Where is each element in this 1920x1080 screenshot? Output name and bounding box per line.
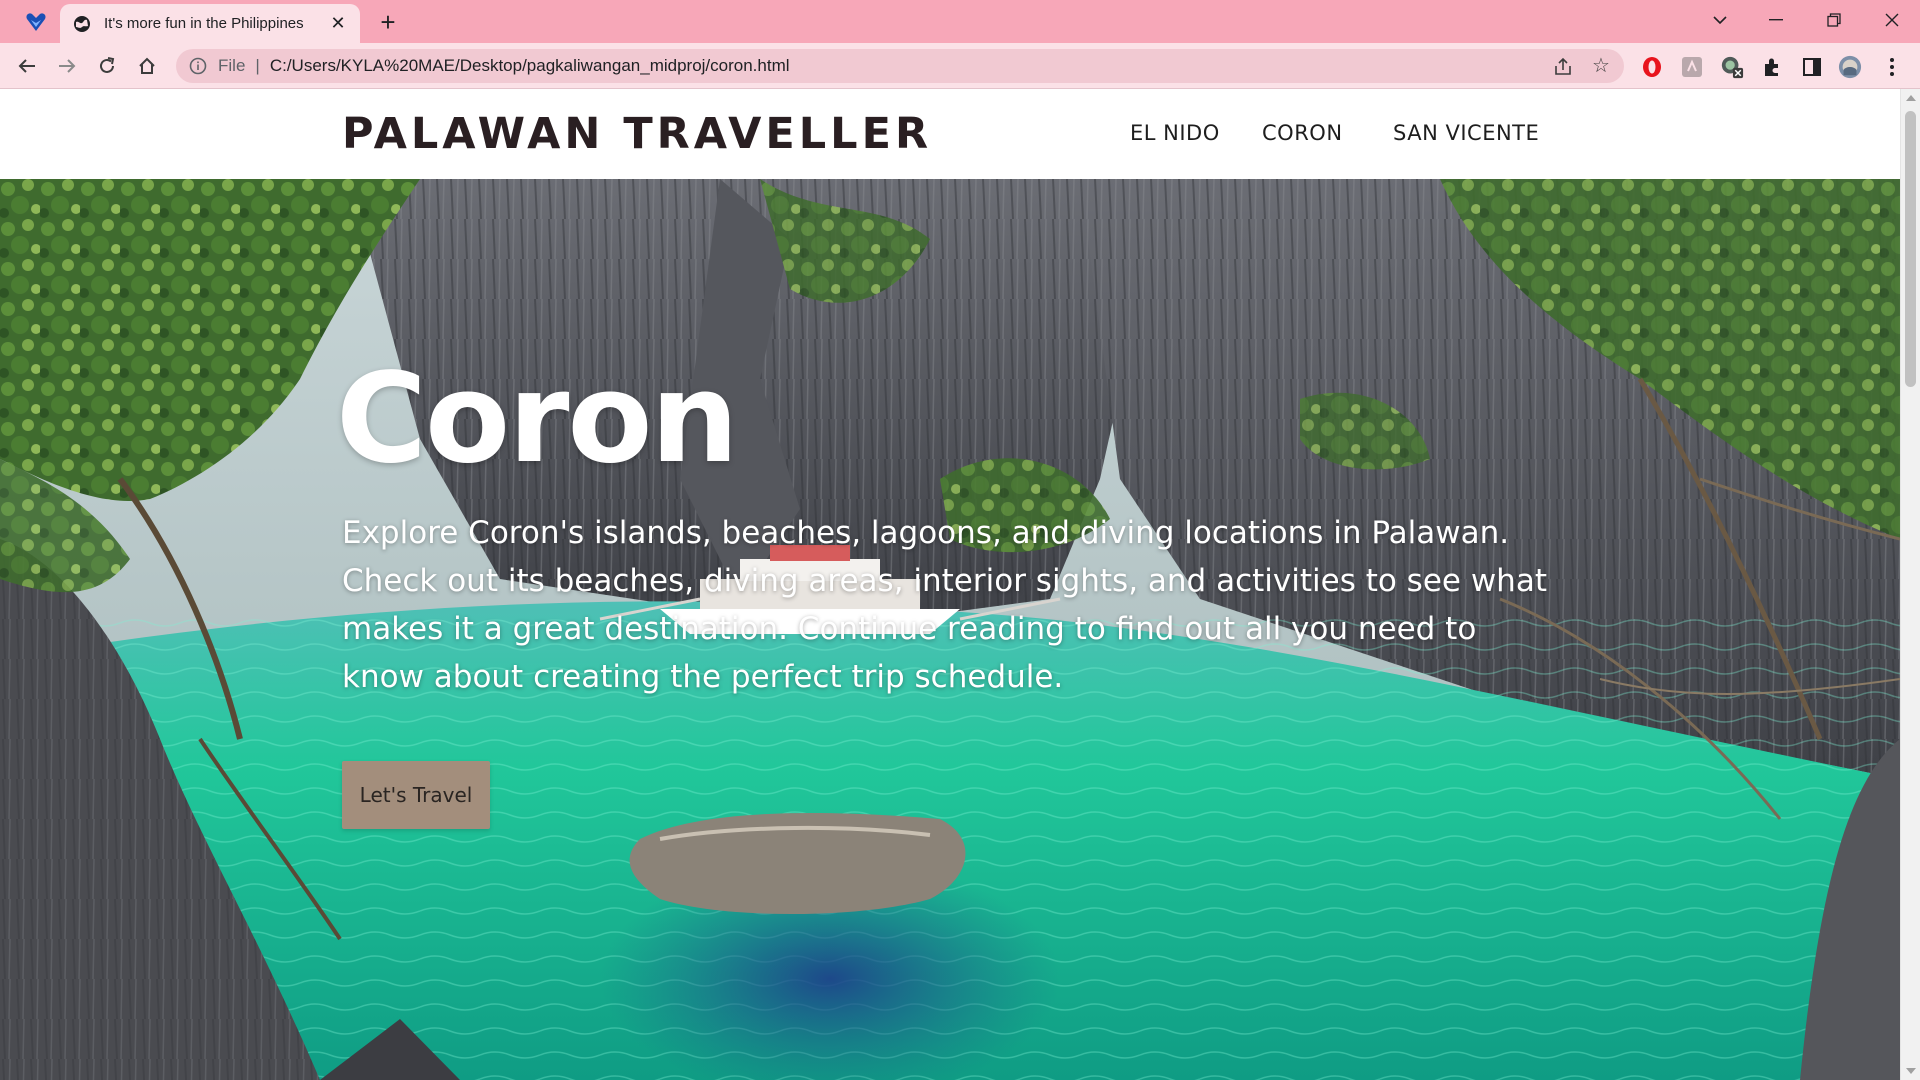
minimize-icon <box>1769 19 1783 21</box>
new-tab-button[interactable]: + <box>374 8 402 36</box>
profile-avatar[interactable] <box>1838 55 1862 79</box>
globe-icon <box>74 15 90 32</box>
hero-section: Coron Explore Coron's islands, beaches, … <box>0 179 1900 1080</box>
nav-link-san-vicente[interactable]: SAN VICENTE <box>1393 121 1539 145</box>
forward-button[interactable] <box>51 50 83 82</box>
tab-search-button[interactable] <box>1692 0 1748 40</box>
nav-link-el-nido[interactable]: EL NIDO <box>1130 121 1220 145</box>
translate-extension-icon[interactable] <box>1720 55 1744 79</box>
home-icon <box>139 57 155 74</box>
minimize-button[interactable] <box>1748 0 1804 40</box>
browser-toolbar: File | C:/Users/KYLA%20MAE/Desktop/pagka… <box>0 43 1920 89</box>
share-icon[interactable] <box>1552 56 1574 78</box>
grammar-extension-icon[interactable] <box>1680 55 1704 79</box>
scroll-thumb[interactable] <box>1905 111 1916 387</box>
nav-link-coron[interactable]: CORON <box>1262 121 1343 145</box>
hero-title: Coron <box>336 347 739 491</box>
tab-title: It's more fun in the Philippines <box>104 15 304 32</box>
pinned-extension-tab[interactable] <box>14 6 58 38</box>
extensions-puzzle-icon[interactable] <box>1760 55 1784 79</box>
arrow-right-icon <box>59 59 76 73</box>
side-panel-icon[interactable] <box>1800 55 1824 79</box>
close-icon <box>1885 13 1899 27</box>
site-header: PALAWAN TRAVELLER EL NIDO CORON SAN VICE… <box>0 89 1900 179</box>
close-window-button[interactable] <box>1864 0 1920 40</box>
browser-tabstrip: It's more fun in the Philippines ✕ + <box>0 0 1920 43</box>
restore-button[interactable] <box>1806 0 1862 40</box>
info-icon[interactable] <box>188 56 208 76</box>
page-scrollbar[interactable] <box>1900 89 1920 1080</box>
home-button[interactable] <box>131 50 163 82</box>
opera-extension-icon[interactable] <box>1640 55 1664 79</box>
lets-travel-button[interactable]: Let's Travel <box>342 761 490 829</box>
back-button[interactable] <box>11 50 43 82</box>
hero-description: Explore Coron's islands, beaches, lagoon… <box>342 515 1547 695</box>
restore-icon <box>1827 13 1841 27</box>
browser-tab-active[interactable]: It's more fun in the Philippines ✕ <box>60 4 360 43</box>
scheme-label: File <box>218 56 246 75</box>
chevron-down-icon <box>1713 16 1727 25</box>
page-viewport: PALAWAN TRAVELLER EL NIDO CORON SAN VICE… <box>0 89 1900 1080</box>
scroll-up-arrow-icon[interactable] <box>1906 95 1916 101</box>
reload-button[interactable] <box>91 50 123 82</box>
browser-menu-icon[interactable] <box>1880 55 1904 79</box>
address-bar[interactable]: File | C:/Users/KYLA%20MAE/Desktop/pagka… <box>176 49 1624 83</box>
tab-close-icon[interactable]: ✕ <box>328 13 348 34</box>
vpn-heart-icon <box>26 13 46 32</box>
scheme-separator: | <box>255 56 260 75</box>
url-text[interactable]: C:/Users/KYLA%20MAE/Desktop/pagkaliwanga… <box>270 56 790 76</box>
site-logo[interactable]: PALAWAN TRAVELLER <box>342 109 932 159</box>
reload-icon <box>100 57 115 73</box>
bookmark-star-icon[interactable]: ☆ <box>1590 55 1612 77</box>
arrow-left-icon <box>18 59 35 73</box>
scroll-down-arrow-icon[interactable] <box>1906 1068 1916 1074</box>
